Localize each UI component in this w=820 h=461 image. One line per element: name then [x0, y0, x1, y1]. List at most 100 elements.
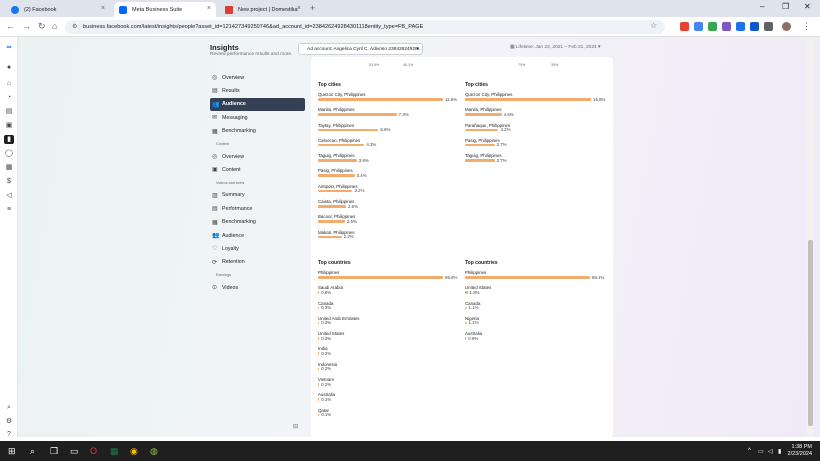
- home-icon[interactable]: ⌂: [52, 21, 57, 31]
- content-icon[interactable]: ▣: [4, 121, 14, 130]
- nav-item-audience[interactable]: 👥 Audience: [210, 97, 305, 112]
- extension-icon[interactable]: [694, 22, 703, 31]
- date-range-picker[interactable]: ▦ Lifetime: Jan 22, 2021 – Feb 21, 2024 …: [510, 45, 600, 50]
- app-icon[interactable]: ◍: [150, 446, 158, 457]
- benchmarking-icon: ▦: [212, 219, 218, 226]
- collapse-panel-icon[interactable]: ⊟: [293, 423, 298, 430]
- chrome-icon[interactable]: ◉: [130, 446, 138, 457]
- maximize-icon[interactable]: ❐: [782, 2, 789, 11]
- reload-icon[interactable]: ↻: [38, 21, 46, 32]
- scrollbar-thumb[interactable]: [808, 240, 813, 426]
- value-bar: [318, 367, 320, 371]
- profile-avatar[interactable]: [782, 22, 791, 31]
- inbox-icon[interactable]: ◯: [4, 149, 14, 158]
- nav-item-summary[interactable]: ▥ Summary: [210, 189, 305, 202]
- planner-icon[interactable]: ▤: [4, 107, 14, 116]
- nav-item-label: Audience: [222, 232, 245, 239]
- nav-item-content[interactable]: ▣ Content: [210, 163, 305, 176]
- extension-icon[interactable]: [722, 22, 731, 31]
- volume-icon[interactable]: ◁: [768, 448, 773, 455]
- list-item: Indonesia 0.2%: [318, 362, 458, 377]
- chevron-down-icon: ▾: [598, 45, 601, 50]
- list-item: Manila, Philippines 7.3%: [318, 107, 458, 122]
- new-tab-button[interactable]: +: [310, 3, 315, 13]
- nav-item-benchmarking[interactable]: ▦ Benchmarking: [210, 125, 305, 138]
- tab-facebook[interactable]: (2) Facebook ×: [6, 2, 110, 17]
- ad-account-dropdown[interactable]: Ad account: Angelica Cyril C. Adivoso 23…: [298, 43, 423, 55]
- back-icon[interactable]: ←: [6, 21, 15, 31]
- nav-item-loyalty[interactable]: ♡ Loyalty: [210, 242, 305, 255]
- value-bar: [465, 291, 468, 294]
- close-icon[interactable]: ×: [297, 5, 301, 12]
- nav-item-overview[interactable]: ◎ Overview: [210, 150, 305, 163]
- tools-icon[interactable]: ▦: [4, 163, 14, 172]
- meta-icon: [119, 6, 127, 14]
- network-icon[interactable]: ▭: [758, 448, 764, 455]
- value-bar: [318, 383, 320, 386]
- nav-item-label: Content: [222, 167, 241, 174]
- value-bar: [318, 143, 365, 147]
- address-bar[interactable]: ⚙ business.facebook.com/latest/insights/…: [65, 20, 665, 34]
- nav-item-videos[interactable]: ⊙ Videos: [210, 281, 305, 294]
- clock-date: 2/23/2024: [787, 451, 812, 457]
- nav-item-overview[interactable]: ◎ Overview: [210, 71, 305, 84]
- notifications-icon[interactable]: ◔: [4, 93, 14, 102]
- item-name: Philippines: [318, 270, 340, 275]
- audience-icon: 👥: [212, 101, 220, 108]
- item-value: 0.2%: [321, 350, 332, 356]
- page-avatar[interactable]: ●: [4, 63, 14, 72]
- value-bar: [465, 306, 467, 310]
- excel-icon[interactable]: ▦: [110, 446, 119, 457]
- rows: Quezon City, Philippines 15.8% Manila, Phi…: [465, 92, 605, 168]
- value-bar: [318, 189, 353, 193]
- extensions-puzzle-icon[interactable]: [764, 22, 773, 31]
- forward-icon[interactable]: →: [22, 21, 31, 31]
- nav-item-results[interactable]: ▤ Results: [210, 84, 305, 97]
- file-explorer-icon[interactable]: ▭: [70, 446, 79, 457]
- pct-label: 70%: [518, 63, 526, 67]
- insights-icon[interactable]: ▮: [4, 135, 14, 144]
- search-icon[interactable]: ⌕: [30, 446, 35, 457]
- nav-item-label: Audience: [222, 101, 246, 108]
- meta-logo-icon[interactable]: ∞: [4, 43, 14, 52]
- tab-domestika[interactable]: New project | Domestika ×: [220, 2, 306, 17]
- monetization-icon[interactable]: $: [4, 177, 14, 186]
- right-top-countries: Top countries Philippines 88.1% United Sta…: [465, 260, 605, 346]
- settings-gear-icon[interactable]: ⚙: [4, 417, 14, 426]
- page-subtitle: Review performance results and more.: [210, 52, 293, 57]
- battery-icon[interactable]: ▮: [778, 448, 781, 455]
- section-title: Top cities: [465, 82, 488, 88]
- nav-item-retention[interactable]: ⟳ Retention: [210, 256, 305, 269]
- nav-item-benchmarking[interactable]: ▦ Benchmarking: [210, 216, 305, 229]
- ads-icon[interactable]: ◁: [4, 191, 14, 200]
- nav-item-performance[interactable]: ▤ Performance: [210, 202, 305, 215]
- close-icon[interactable]: ×: [207, 5, 211, 12]
- nav-item-messaging[interactable]: ✉ Messaging: [210, 111, 305, 124]
- list-item: Manila, Philippines 4.6%: [465, 107, 605, 122]
- nav-item-audience[interactable]: 👥 Audience: [210, 229, 305, 242]
- minimize-icon[interactable]: –: [760, 2, 764, 11]
- list-item: Canada 1.1%: [465, 301, 605, 316]
- window-close-icon[interactable]: ✕: [804, 2, 811, 11]
- home-icon[interactable]: ⌂: [4, 79, 14, 88]
- windows-start-icon[interactable]: ⊞: [8, 446, 16, 457]
- extension-icon[interactable]: [708, 22, 717, 31]
- bookmark-star-icon[interactable]: ☆: [650, 21, 657, 30]
- extension-icon[interactable]: [680, 22, 689, 31]
- menu-icon[interactable]: ≡: [4, 205, 14, 214]
- list-item: Cainta, Philippines 2.6%: [318, 199, 458, 214]
- site-info-icon[interactable]: ⚙: [72, 23, 77, 30]
- search-icon[interactable]: ⌕: [4, 403, 14, 412]
- browser-tab-strip: (2) Facebook × Meta Business Suite × New…: [0, 0, 820, 17]
- close-icon[interactable]: ×: [101, 5, 105, 12]
- extension-icon[interactable]: [750, 22, 759, 31]
- help-icon[interactable]: ?: [4, 430, 14, 439]
- task-view-icon[interactable]: ❐: [50, 446, 58, 457]
- extension-icon[interactable]: [736, 22, 745, 31]
- tray-chevron-icon[interactable]: ^: [748, 448, 751, 454]
- system-clock[interactable]: 1:38 PM 2/23/2024: [788, 444, 812, 458]
- tab-meta-business-suite[interactable]: Meta Business Suite ×: [114, 2, 216, 17]
- opera-icon[interactable]: O: [90, 446, 97, 456]
- more-menu-icon[interactable]: ⋮: [802, 21, 811, 32]
- item-name: Philippines: [465, 270, 487, 275]
